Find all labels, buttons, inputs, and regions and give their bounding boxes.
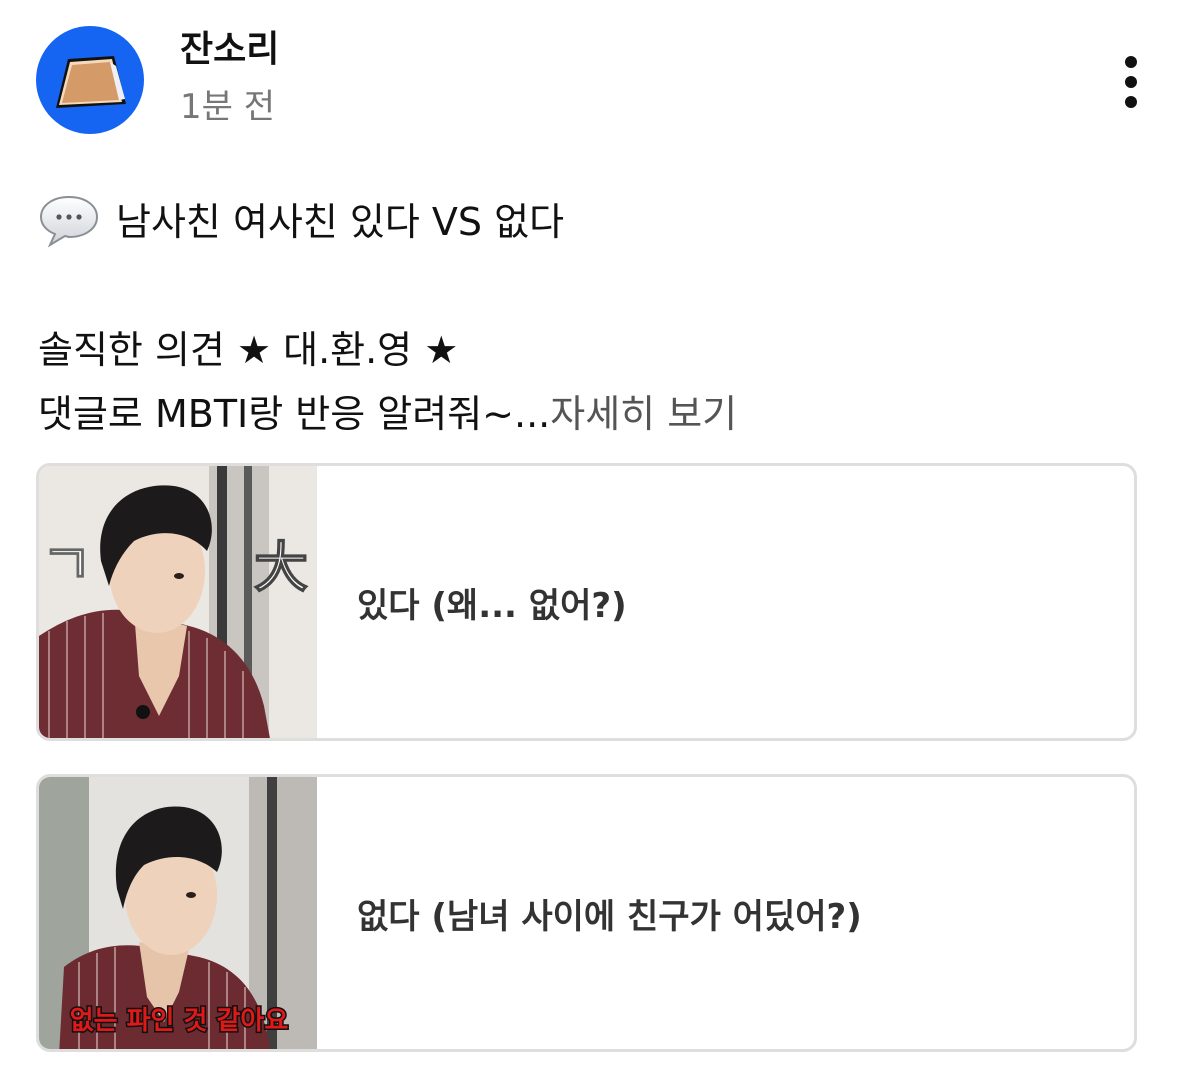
poll-option-2[interactable]: 없는 파인 것 같아요 없다 (남녀 사이에 친구가 어딨어?) <box>36 774 1137 1052</box>
more-dot-icon <box>1125 76 1137 88</box>
thumb-caption: 없는 파인 것 같아요 <box>70 1006 289 1036</box>
post-line-3: 댓글로 MBTI랑 반응 알려줘~...자세히 보기 <box>38 382 1138 446</box>
more-dot-icon <box>1125 96 1137 108</box>
poll-option-2-label: 없다 (남녀 사이에 친구가 어딨어?) <box>357 896 862 937</box>
more-options-button[interactable] <box>1106 50 1156 114</box>
poll-option-1-label: 있다 (왜... 없어?) <box>357 585 627 626</box>
post-line-2: 솔직한 의견 ★ 대.환.영 ★ <box>38 328 459 372</box>
poll-option-1[interactable]: ㄱ 大 있다 (왜... 없어?) <box>36 463 1137 741</box>
community-post: 잔소리 1분 전 남사친 여사친 있다 VS 없다 솔직한 의견 ★ 대.환.영… <box>0 0 1179 1078</box>
cardboard-tent-icon <box>56 56 126 108</box>
more-dot-icon <box>1125 56 1137 68</box>
post-line-1: 남사친 여사친 있다 VS 없다 <box>38 190 1138 254</box>
post-title-text: 남사친 여사친 있다 VS 없다 <box>116 200 565 244</box>
channel-name[interactable]: 잔소리 <box>180 26 279 74</box>
post-time: 1분 전 <box>180 87 275 127</box>
thumb-overlay-right: 大 <box>254 536 308 599</box>
thumb-overlay-left: ㄱ <box>41 533 93 598</box>
read-more-link[interactable]: 자세히 보기 <box>550 392 737 436</box>
post-text: 남사친 여사친 있다 VS 없다 솔직한 의견 ★ 대.환.영 ★ 댓글로 MB… <box>38 190 1138 446</box>
option-1-thumbnail: ㄱ 大 <box>39 466 317 738</box>
post-line-3-text: 댓글로 MBTI랑 반응 알려줘~... <box>38 392 551 436</box>
option-2-thumbnail: 없는 파인 것 같아요 <box>39 777 317 1049</box>
channel-avatar[interactable] <box>36 26 144 134</box>
speech-bubble-icon <box>39 195 99 248</box>
